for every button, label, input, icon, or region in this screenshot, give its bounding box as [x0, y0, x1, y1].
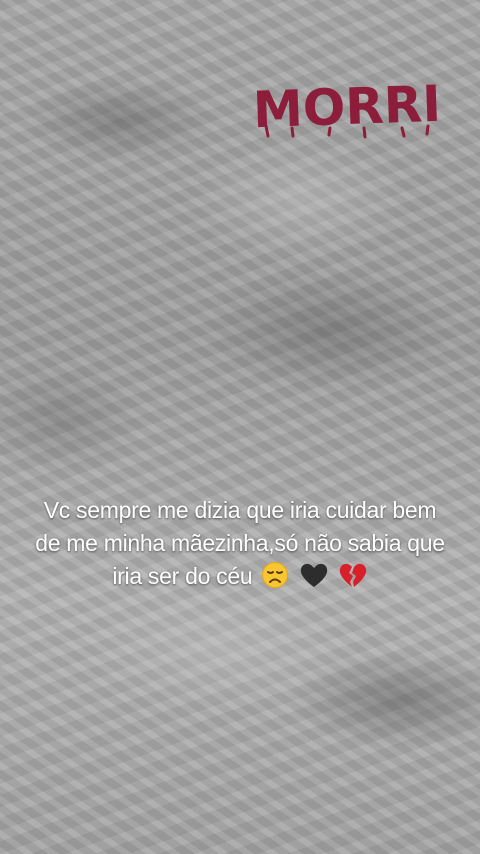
caption-line-1: Vc sempre me dizia que iria cuidar bem: [43, 497, 437, 523]
broken-heart-icon: [339, 563, 366, 587]
morri-sticker: MORRI: [252, 75, 442, 140]
caption-line-3-text: iria ser do céu: [112, 563, 253, 589]
story-background: MORRI Vc sempre me dizia que iria cuidar…: [0, 0, 480, 854]
caption-line-2: de me minha mãezinha,só não sabia que: [35, 530, 445, 556]
sticker-text: MORRI: [252, 75, 442, 140]
disappointed-face-icon: [262, 562, 289, 588]
caption-line-3: iria ser do céu: [20, 560, 460, 593]
story-caption: Vc sempre me dizia que iria cuidar bem d…: [20, 494, 460, 593]
black-heart-icon: [300, 563, 327, 587]
